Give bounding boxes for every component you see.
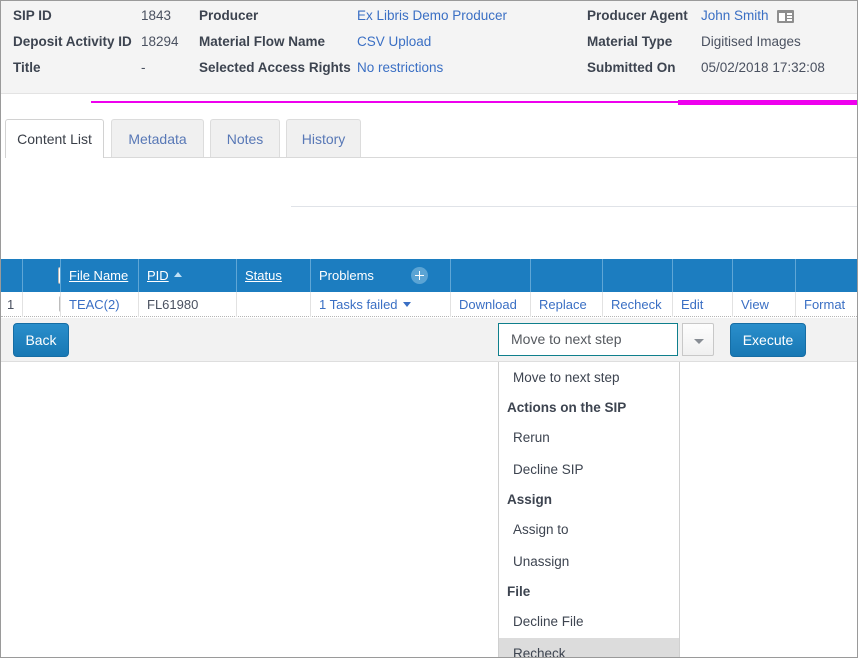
summary-label-sip-id: SIP ID xyxy=(13,8,52,23)
summary-value-material-flow-name[interactable]: CSV Upload xyxy=(357,29,431,55)
cell-status xyxy=(237,292,311,317)
th-recheck xyxy=(603,259,673,292)
th-pid[interactable]: PID xyxy=(139,259,237,292)
summary-value-material-type: Digitised Images xyxy=(701,34,801,49)
tab-underline xyxy=(104,157,857,158)
th-select-all xyxy=(23,259,61,292)
th-index xyxy=(1,259,23,292)
th-file-name-label[interactable]: File Name xyxy=(69,268,128,283)
summary-label-deposit-activity-id: Deposit Activity ID xyxy=(13,34,132,49)
sip-content-list-page: SIP ID 1843 Producer Ex Libris Demo Prod… xyxy=(0,0,858,658)
accent-line-magenta xyxy=(91,101,679,103)
th-format xyxy=(796,259,857,292)
summary-label-selected-access-rights: Selected Access Rights xyxy=(199,60,351,75)
summary-label-material-type: Material Type xyxy=(587,34,673,49)
summary-value-title: - xyxy=(141,60,146,75)
summary-label-producer: Producer xyxy=(199,8,259,23)
action-bar xyxy=(1,318,857,362)
cell-action-format[interactable]: Format xyxy=(796,292,857,317)
summary-value-submitted-on: 05/02/2018 17:32:08 xyxy=(701,60,825,75)
cell-action-edit[interactable]: Edit xyxy=(673,292,733,317)
dropdown-item-assign-to[interactable]: Assign to xyxy=(499,514,679,546)
cell-problems-label: 1 Tasks failed xyxy=(319,297,398,312)
th-pid-label[interactable]: PID xyxy=(147,268,169,283)
cell-select xyxy=(23,292,61,317)
dropdown-item-recheck[interactable]: Recheck xyxy=(499,638,679,657)
dropdown-item-rerun[interactable]: Rerun xyxy=(499,422,679,454)
summary-value-producer-agent[interactable]: John Smith xyxy=(701,3,769,29)
summary-label-title: Title xyxy=(13,60,41,75)
action-select[interactable]: Move to next step xyxy=(498,323,678,356)
dropdown-item-decline-file[interactable]: Decline File xyxy=(499,606,679,638)
dropdown-item-decline-sip[interactable]: Decline SIP xyxy=(499,454,679,486)
summary-label-producer-agent: Producer Agent xyxy=(587,8,688,23)
cell-pid: FL61980 xyxy=(139,292,237,317)
cell-index: 1 xyxy=(1,292,23,317)
dropdown-group-file: File xyxy=(507,584,531,599)
tab-content-list[interactable]: Content List xyxy=(5,119,104,158)
th-view xyxy=(733,259,796,292)
sort-ascending-icon xyxy=(173,272,182,277)
summary-label-submitted-on: Submitted On xyxy=(587,60,676,75)
summary-value-selected-access-rights[interactable]: No restrictions xyxy=(357,55,443,81)
chevron-down-icon[interactable] xyxy=(402,302,411,307)
plus-circle-icon[interactable] xyxy=(411,267,428,284)
th-problems-label: Problems xyxy=(319,268,374,283)
tab-bar: Content List Metadata Notes History xyxy=(1,119,857,158)
cell-problems[interactable]: 1 Tasks failed xyxy=(311,292,451,317)
content-list-table: File Name PID Status Problems 1 TEAC(2) … xyxy=(1,259,857,317)
th-status[interactable]: Status xyxy=(237,259,311,292)
action-select-toggle[interactable] xyxy=(682,323,714,356)
summary-label-material-flow-name: Material Flow Name xyxy=(199,34,326,49)
page-body-area xyxy=(1,363,857,657)
summary-value-sip-id: 1843 xyxy=(141,8,172,23)
cell-action-replace[interactable]: Replace xyxy=(531,292,603,317)
tab-history[interactable]: History xyxy=(286,119,361,157)
execute-button[interactable]: Execute xyxy=(730,323,806,357)
cell-file-name[interactable]: TEAC(2) xyxy=(61,292,139,317)
th-replace xyxy=(531,259,603,292)
dropdown-group-assign: Assign xyxy=(507,492,553,507)
table-row: 1 TEAC(2) FL61980 1 Tasks failed Downloa… xyxy=(1,292,857,317)
filter-bar: Filter All Find in File Extension Go xyxy=(1,159,857,358)
summary-value-deposit-activity-id: 18294 xyxy=(141,34,179,49)
dropdown-group-actions-on-the-sip: Actions on the SIP xyxy=(507,400,627,415)
tab-notes[interactable]: Notes xyxy=(210,119,280,157)
table-header-row: File Name PID Status Problems xyxy=(1,259,857,292)
th-edit xyxy=(673,259,733,292)
dropdown-item-move-to-next-step[interactable]: Move to next step xyxy=(499,362,679,394)
th-status-label[interactable]: Status xyxy=(245,268,282,283)
sip-summary-header: SIP ID 1843 Producer Ex Libris Demo Prod… xyxy=(1,1,857,94)
th-problems: Problems xyxy=(311,259,451,292)
back-button[interactable]: Back xyxy=(13,323,69,357)
active-tab-connector xyxy=(1,205,291,207)
cell-action-download[interactable]: Download xyxy=(451,292,531,317)
tab-metadata[interactable]: Metadata xyxy=(111,119,204,157)
view-row: View Default Paging 1 - 1 of 1 Records xyxy=(1,211,857,459)
th-file-name[interactable]: File Name xyxy=(61,259,139,292)
dropdown-item-unassign[interactable]: Unassign xyxy=(499,546,679,578)
th-download xyxy=(451,259,531,292)
accent-bar-magenta-top-right xyxy=(678,100,857,105)
action-dropdown-menu: Move to next step Actions on the SIP Rer… xyxy=(498,362,680,657)
cell-action-view[interactable]: View xyxy=(733,292,796,317)
summary-value-producer[interactable]: Ex Libris Demo Producer xyxy=(357,3,507,29)
contact-card-icon[interactable] xyxy=(777,10,794,23)
cell-action-recheck[interactable]: Recheck xyxy=(603,292,673,317)
